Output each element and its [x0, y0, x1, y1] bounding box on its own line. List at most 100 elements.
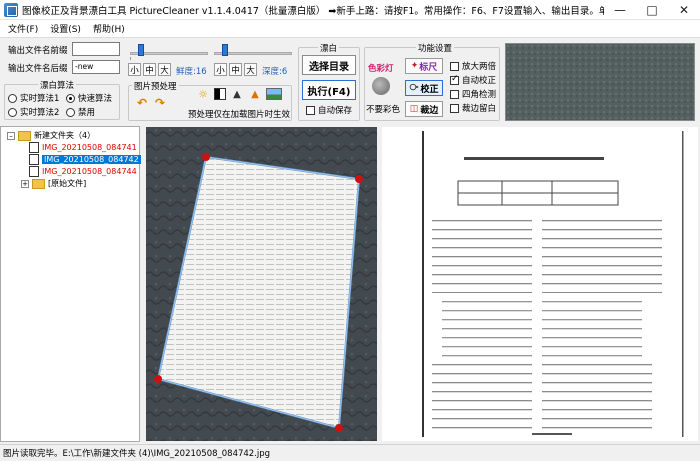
- file-tree: – 新建文件夹（4） IMG_20210508_084741 IMG_20210…: [0, 126, 141, 442]
- ruler-icon: ✦: [410, 61, 419, 71]
- brightness-slider-thumb[interactable]: [138, 44, 144, 56]
- depth-mid-button[interactable]: 中: [229, 63, 242, 76]
- auto-correct-checkbox[interactable]: 自动校正: [450, 74, 496, 86]
- image-file-icon: [29, 142, 39, 153]
- close-button[interactable]: ✕: [668, 0, 700, 20]
- ruler-button[interactable]: ✦ 标尺: [405, 58, 443, 74]
- radio-realtime-1[interactable]: 实时算法1: [8, 92, 59, 104]
- depth-large-button[interactable]: 大: [244, 63, 257, 76]
- radio-label: 实时算法1: [20, 94, 60, 104]
- depth-small-button[interactable]: 小: [214, 63, 227, 76]
- menu-bar: 文件(F) 设置(S) 帮助(H): [0, 20, 700, 38]
- status-bar: 图片读取完毕。E:\工作\新建文件夹 (4)\IMG_20210508_0847…: [0, 444, 700, 461]
- status-text: 图片读取完毕。E:\工作\新建文件夹 (4)\IMG_20210508_0847…: [3, 449, 271, 459]
- window-title: 图像校正及背景漂白工具 PictureCleaner v1.1.4.0417（批…: [22, 5, 604, 17]
- preview-texture: [506, 44, 694, 120]
- zoom2x-checkbox[interactable]: 放大两倍: [450, 60, 496, 72]
- tree-item-label: IMG_20210508_084742: [42, 155, 141, 164]
- color-lamp-icon[interactable]: [372, 77, 390, 95]
- image-file-icon: [29, 154, 39, 165]
- preview-thumbnail: [505, 43, 695, 121]
- checkbox-box: [450, 61, 459, 71]
- ruler-label: 标尺: [419, 62, 438, 73]
- undo-arrow-icon[interactable]: ↶: [134, 96, 150, 110]
- menu-settings[interactable]: 设置(S): [50, 22, 81, 35]
- radio-label: 快速算法: [78, 94, 113, 104]
- checkbox-label: 四角检测: [462, 90, 497, 100]
- output-suffix-label: 输出文件名后缀: [8, 64, 68, 74]
- brightness-mid-button[interactable]: 中: [143, 63, 156, 76]
- bleach-title: 漂白: [318, 42, 340, 54]
- checkbox-box: [450, 103, 459, 113]
- collapse-icon[interactable]: –: [7, 131, 15, 140]
- menu-help[interactable]: 帮助(H): [93, 22, 125, 35]
- filter-icon[interactable]: ▲: [248, 88, 262, 100]
- menu-file[interactable]: 文件(F): [8, 22, 38, 35]
- landscape-icon[interactable]: [266, 88, 282, 100]
- crop-label: 裁边: [420, 105, 439, 116]
- corrected-image-view[interactable]: [382, 127, 698, 441]
- radio-label: 禁用: [78, 108, 96, 118]
- tree-item-label: IMG_20210508_084741: [42, 143, 137, 152]
- image-file-icon: [29, 166, 39, 177]
- corner-detect-checkbox[interactable]: 四角检测: [450, 88, 496, 100]
- correct-label: 校正: [420, 84, 439, 95]
- checkbox-label: 自动校正: [462, 76, 497, 86]
- color-lamp-label[interactable]: 色彩灯: [368, 62, 394, 74]
- corner-marker: [335, 424, 343, 432]
- function-settings-title: 功能设置: [416, 42, 455, 54]
- checkbox-label: 裁边留白: [462, 104, 497, 114]
- crop-icon: ◫: [409, 104, 419, 114]
- no-color-label: 不要彩色: [366, 105, 401, 115]
- maximize-button[interactable]: □: [636, 0, 668, 20]
- brightness-small-button[interactable]: 小: [128, 63, 141, 76]
- checkbox-box: [450, 89, 459, 99]
- radio-dot: [8, 93, 17, 103]
- tree-original-label: [原始文件]: [48, 179, 87, 188]
- correct-button[interactable]: ⧂ 校正: [405, 80, 443, 96]
- slider-tick: [130, 57, 131, 60]
- original-photo: [146, 127, 377, 441]
- run-button[interactable]: 执行(F4): [302, 80, 356, 100]
- tree-root[interactable]: – 新建文件夹（4）: [7, 130, 95, 141]
- minimize-button[interactable]: —: [604, 0, 636, 20]
- checkbox-label: 放大两倍: [462, 62, 497, 72]
- select-dir-button[interactable]: 选择目录: [302, 55, 356, 75]
- preprocess-title: 图片预处理: [132, 80, 179, 92]
- radio-realtime-2[interactable]: 实时算法2: [8, 106, 59, 118]
- preprocess-note: 预处理仅在加载图片时生效: [188, 110, 291, 120]
- tree-original-folder[interactable]: + [原始文件]: [21, 178, 86, 189]
- radio-dot: [66, 93, 75, 103]
- bleach-algo-title: 漂白算法: [38, 79, 77, 91]
- output-prefix-label: 输出文件名前缀: [8, 46, 68, 56]
- tree-item-selected[interactable]: IMG_20210508_084742: [29, 154, 141, 165]
- brightness-icon[interactable]: ☼: [196, 88, 210, 101]
- correct-icon: ⧂: [409, 83, 419, 93]
- auto-save-checkbox[interactable]: 自动保存: [306, 104, 352, 116]
- output-suffix-input[interactable]: -new: [72, 60, 120, 74]
- radio-disabled[interactable]: 禁用: [66, 106, 95, 118]
- depth-slider-thumb[interactable]: [222, 44, 228, 56]
- output-prefix-input[interactable]: [72, 42, 120, 56]
- corrected-document: [382, 127, 698, 441]
- original-image-view[interactable]: [146, 127, 377, 441]
- radio-label: 实时算法2: [20, 108, 60, 118]
- tree-item[interactable]: IMG_20210508_084741: [29, 142, 137, 153]
- radio-dot: [66, 107, 75, 117]
- corner-marker: [355, 175, 363, 183]
- crop-button[interactable]: ◫ 裁边: [405, 101, 443, 117]
- expand-icon[interactable]: +: [21, 179, 29, 188]
- redo-arrow-icon[interactable]: ↷: [152, 96, 168, 110]
- crop-margin-checkbox[interactable]: 裁边留白: [450, 102, 496, 114]
- warning-icon[interactable]: ▲: [230, 88, 244, 100]
- tree-item[interactable]: IMG_20210508_084744: [29, 166, 137, 177]
- contrast-icon[interactable]: [214, 88, 226, 100]
- app-logo-icon: [4, 2, 18, 17]
- corner-marker: [154, 375, 162, 383]
- checkbox-label: 自动保存: [318, 106, 353, 116]
- radio-fast[interactable]: 快速算法: [66, 92, 112, 104]
- depth-readout: 深度:6: [262, 67, 288, 77]
- tree-root-label: 新建文件夹（4）: [34, 131, 96, 140]
- brightness-large-button[interactable]: 大: [158, 63, 171, 76]
- tree-item-label: IMG_20210508_084744: [42, 167, 137, 176]
